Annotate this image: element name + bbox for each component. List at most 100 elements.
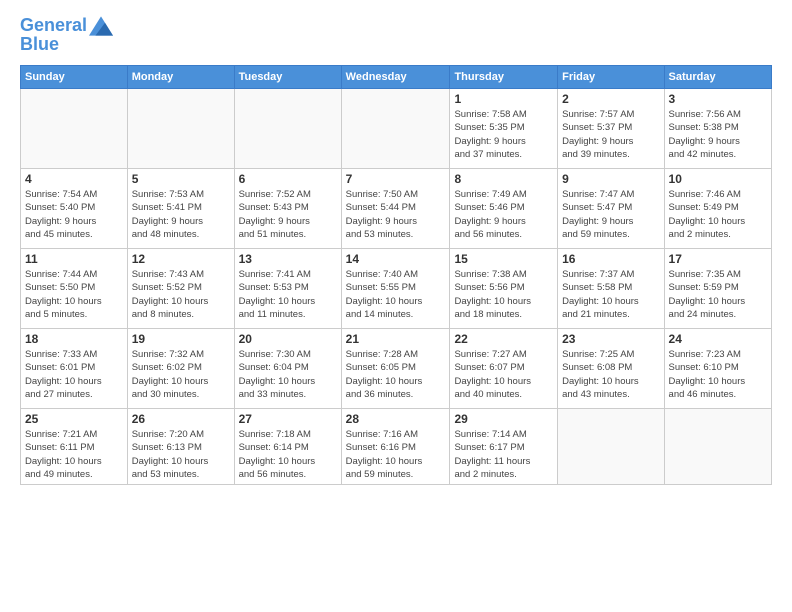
calendar-table: SundayMondayTuesdayWednesdayThursdayFrid… <box>20 65 772 485</box>
calendar-week-row: 25 Sunrise: 7:21 AMSunset: 6:11 PMDayligh… <box>21 409 772 485</box>
calendar-cell: 4 Sunrise: 7:54 AMSunset: 5:40 PMDaylight… <box>21 169 128 249</box>
day-number: 29 <box>454 412 553 426</box>
calendar-cell: 9 Sunrise: 7:47 AMSunset: 5:47 PMDaylight… <box>558 169 664 249</box>
calendar-cell: 5Sunrise: 7:53 AMSunset: 5:41 PMDaylight… <box>127 169 234 249</box>
day-info: Sunrise: 7:37 AMSunset: 5:58 PMDaylight:… <box>562 268 659 321</box>
day-info: Sunrise: 7:58 AMSunset: 5:35 PMDaylight:… <box>454 108 553 161</box>
day-number: 21 <box>346 332 446 346</box>
day-info: Sunrise: 7:20 AMSunset: 6:13 PMDaylight:… <box>132 428 230 481</box>
day-info: Sunrise: 7:23 AMSunset: 6:10 PMDaylight:… <box>669 348 767 401</box>
day-number: 16 <box>562 252 659 266</box>
calendar-week-row: 18Sunrise: 7:33 AMSunset: 6:01 PMDayligh… <box>21 329 772 409</box>
calendar-cell: 6 Sunrise: 7:52 AMSunset: 5:43 PMDaylight… <box>234 169 341 249</box>
logo: General Blue <box>20 16 113 55</box>
calendar-cell: 27 Sunrise: 7:18 AMSunset: 6:14 PMDayligh… <box>234 409 341 485</box>
calendar-cell: 13 Sunrise: 7:41 AMSunset: 5:53 PMDayligh… <box>234 249 341 329</box>
calendar-day-header: Saturday <box>664 66 771 89</box>
calendar-cell: 2 Sunrise: 7:57 AMSunset: 5:37 PMDaylight… <box>558 89 664 169</box>
day-info: Sunrise: 7:33 AMSunset: 6:01 PMDaylight:… <box>25 348 123 401</box>
day-number: 10 <box>669 172 767 186</box>
day-number: 22 <box>454 332 553 346</box>
day-number: 8 <box>454 172 553 186</box>
day-info: Sunrise: 7:35 AMSunset: 5:59 PMDaylight:… <box>669 268 767 321</box>
day-number: 9 <box>562 172 659 186</box>
day-info: Sunrise: 7:52 AMSunset: 5:43 PMDaylight:… <box>239 188 337 241</box>
day-info: Sunrise: 7:50 AMSunset: 5:44 PMDaylight:… <box>346 188 446 241</box>
calendar-cell: 21 Sunrise: 7:28 AMSunset: 6:05 PMDayligh… <box>341 329 450 409</box>
day-info: Sunrise: 7:30 AMSunset: 6:04 PMDaylight:… <box>239 348 337 401</box>
day-number: 17 <box>669 252 767 266</box>
day-number: 15 <box>454 252 553 266</box>
day-number: 19 <box>132 332 230 346</box>
calendar-cell <box>127 89 234 169</box>
calendar-day-header: Sunday <box>21 66 128 89</box>
calendar-cell: 12 Sunrise: 7:43 AMSunset: 5:52 PMDayligh… <box>127 249 234 329</box>
calendar-cell: 28Sunrise: 7:16 AMSunset: 6:16 PMDayligh… <box>341 409 450 485</box>
day-info: Sunrise: 7:14 AMSunset: 6:17 PMDaylight:… <box>454 428 553 481</box>
day-number: 20 <box>239 332 337 346</box>
day-info: Sunrise: 7:43 AMSunset: 5:52 PMDaylight:… <box>132 268 230 321</box>
calendar-cell <box>234 89 341 169</box>
calendar-header-row: SundayMondayTuesdayWednesdayThursdayFrid… <box>21 66 772 89</box>
calendar-cell: 22Sunrise: 7:27 AMSunset: 6:07 PMDayligh… <box>450 329 558 409</box>
day-info: Sunrise: 7:21 AMSunset: 6:11 PMDaylight:… <box>25 428 123 481</box>
calendar-cell: 11 Sunrise: 7:44 AMSunset: 5:50 PMDayligh… <box>21 249 128 329</box>
day-info: Sunrise: 7:47 AMSunset: 5:47 PMDaylight:… <box>562 188 659 241</box>
calendar-cell: 18Sunrise: 7:33 AMSunset: 6:01 PMDayligh… <box>21 329 128 409</box>
day-number: 11 <box>25 252 123 266</box>
calendar-cell: 3 Sunrise: 7:56 AMSunset: 5:38 PMDaylight… <box>664 89 771 169</box>
calendar-cell: 23Sunrise: 7:25 AMSunset: 6:08 PMDayligh… <box>558 329 664 409</box>
calendar-day-header: Thursday <box>450 66 558 89</box>
calendar-cell: 20 Sunrise: 7:30 AMSunset: 6:04 PMDayligh… <box>234 329 341 409</box>
calendar-cell: 29 Sunrise: 7:14 AMSunset: 6:17 PMDayligh… <box>450 409 558 485</box>
calendar-cell: 10 Sunrise: 7:46 AMSunset: 5:49 PMDayligh… <box>664 169 771 249</box>
calendar-cell <box>558 409 664 485</box>
day-info: Sunrise: 7:38 AMSunset: 5:56 PMDaylight:… <box>454 268 553 321</box>
calendar-day-header: Friday <box>558 66 664 89</box>
calendar-week-row: 11 Sunrise: 7:44 AMSunset: 5:50 PMDayligh… <box>21 249 772 329</box>
day-number: 25 <box>25 412 123 426</box>
calendar-cell <box>341 89 450 169</box>
calendar-week-row: 4 Sunrise: 7:54 AMSunset: 5:40 PMDaylight… <box>21 169 772 249</box>
day-number: 27 <box>239 412 337 426</box>
day-info: Sunrise: 7:18 AMSunset: 6:14 PMDaylight:… <box>239 428 337 481</box>
day-number: 6 <box>239 172 337 186</box>
calendar-day-header: Wednesday <box>341 66 450 89</box>
calendar-cell: 24 Sunrise: 7:23 AMSunset: 6:10 PMDayligh… <box>664 329 771 409</box>
day-info: Sunrise: 7:46 AMSunset: 5:49 PMDaylight:… <box>669 188 767 241</box>
day-number: 3 <box>669 92 767 106</box>
day-info: Sunrise: 7:25 AMSunset: 6:08 PMDaylight:… <box>562 348 659 401</box>
day-number: 26 <box>132 412 230 426</box>
day-number: 13 <box>239 252 337 266</box>
day-info: Sunrise: 7:57 AMSunset: 5:37 PMDaylight:… <box>562 108 659 161</box>
calendar-cell: 19 Sunrise: 7:32 AMSunset: 6:02 PMDayligh… <box>127 329 234 409</box>
day-number: 4 <box>25 172 123 186</box>
calendar-cell: 26 Sunrise: 7:20 AMSunset: 6:13 PMDayligh… <box>127 409 234 485</box>
day-number: 14 <box>346 252 446 266</box>
calendar-cell: 7Sunrise: 7:50 AMSunset: 5:44 PMDaylight… <box>341 169 450 249</box>
calendar-cell: 14 Sunrise: 7:40 AMSunset: 5:55 PMDayligh… <box>341 249 450 329</box>
day-number: 2 <box>562 92 659 106</box>
page-header: General Blue <box>20 16 772 55</box>
day-info: Sunrise: 7:28 AMSunset: 6:05 PMDaylight:… <box>346 348 446 401</box>
logo-blue: Blue <box>20 34 113 55</box>
calendar-week-row: 1Sunrise: 7:58 AMSunset: 5:35 PMDaylight… <box>21 89 772 169</box>
day-info: Sunrise: 7:40 AMSunset: 5:55 PMDaylight:… <box>346 268 446 321</box>
logo-text: General <box>20 16 87 36</box>
day-info: Sunrise: 7:54 AMSunset: 5:40 PMDaylight:… <box>25 188 123 241</box>
day-number: 28 <box>346 412 446 426</box>
calendar-day-header: Monday <box>127 66 234 89</box>
day-number: 12 <box>132 252 230 266</box>
day-number: 24 <box>669 332 767 346</box>
calendar-cell: 16 Sunrise: 7:37 AMSunset: 5:58 PMDayligh… <box>558 249 664 329</box>
logo-icon <box>89 16 113 36</box>
day-info: Sunrise: 7:56 AMSunset: 5:38 PMDaylight:… <box>669 108 767 161</box>
calendar-cell: 15 Sunrise: 7:38 AMSunset: 5:56 PMDayligh… <box>450 249 558 329</box>
calendar-cell: 25 Sunrise: 7:21 AMSunset: 6:11 PMDayligh… <box>21 409 128 485</box>
day-info: Sunrise: 7:41 AMSunset: 5:53 PMDaylight:… <box>239 268 337 321</box>
day-info: Sunrise: 7:44 AMSunset: 5:50 PMDaylight:… <box>25 268 123 321</box>
calendar-cell: 17 Sunrise: 7:35 AMSunset: 5:59 PMDayligh… <box>664 249 771 329</box>
day-number: 5 <box>132 172 230 186</box>
calendar-cell <box>21 89 128 169</box>
day-info: Sunrise: 7:32 AMSunset: 6:02 PMDaylight:… <box>132 348 230 401</box>
